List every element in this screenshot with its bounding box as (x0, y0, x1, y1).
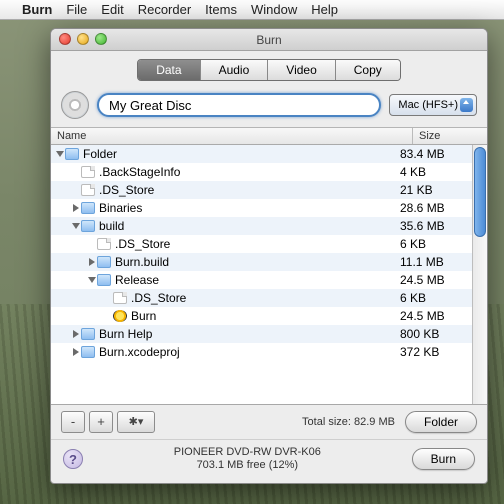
folder-icon (81, 346, 95, 358)
file-list[interactable]: Folder 83.4 MB .BackStageInfo 4 KB .DS_Store… (51, 145, 472, 404)
disclosure-triangle[interactable] (73, 330, 79, 338)
row-size: 800 KB (400, 327, 468, 341)
minimize-button[interactable] (77, 33, 89, 45)
column-headers[interactable]: Name Size (51, 127, 487, 145)
table-row[interactable]: .DS_Store 6 KB (51, 289, 472, 307)
header-name[interactable]: Name (51, 128, 413, 144)
file-icon (113, 292, 127, 304)
table-row[interactable]: .DS_Store 21 KB (51, 181, 472, 199)
row-label: .DS_Store (99, 183, 154, 197)
window-title: Burn (256, 33, 281, 47)
disclosure-triangle[interactable] (73, 204, 79, 212)
tab-copy[interactable]: Copy (336, 60, 400, 80)
menu-file[interactable]: File (66, 2, 87, 17)
tab-data[interactable]: Data (138, 60, 200, 80)
row-label: Burn Help (99, 327, 152, 341)
row-label: Burn.build (115, 255, 169, 269)
row-size: 11.1 MB (400, 255, 468, 269)
row-size: 24.5 MB (400, 309, 468, 323)
folder-icon (97, 274, 111, 286)
row-label: .DS_Store (115, 237, 170, 251)
tab-audio[interactable]: Audio (201, 60, 269, 80)
row-label: Burn.xcodeproj (99, 345, 180, 359)
file-icon (81, 166, 95, 178)
file-icon (81, 184, 95, 196)
zoom-button[interactable] (95, 33, 107, 45)
row-size: 372 KB (400, 345, 468, 359)
vertical-scrollbar[interactable] (472, 145, 487, 404)
add-button[interactable]: + (89, 411, 113, 433)
row-size: 6 KB (400, 291, 468, 305)
folder-icon (81, 220, 95, 232)
action-menu-button[interactable]: ✱▾ (117, 411, 155, 433)
table-row[interactable]: Burn Help 800 KB (51, 325, 472, 343)
row-size: 35.6 MB (400, 219, 468, 233)
header-size[interactable]: Size (413, 128, 487, 144)
row-label: Burn (131, 309, 156, 323)
total-size-label: Total size: 82.9 MB (302, 416, 395, 428)
row-label: .DS_Store (131, 291, 186, 305)
menubar: Burn File Edit Recorder Items Window Hel… (0, 0, 504, 20)
table-row[interactable]: .DS_Store 6 KB (51, 235, 472, 253)
row-label: build (99, 219, 124, 233)
disclosure-triangle[interactable] (73, 348, 79, 356)
table-row[interactable]: .BackStageInfo 4 KB (51, 163, 472, 181)
row-label: Folder (83, 147, 117, 161)
folder-icon (81, 202, 95, 214)
disc-icon (61, 91, 89, 119)
row-size: 28.6 MB (400, 201, 468, 215)
row-label: Binaries (99, 201, 142, 215)
help-button[interactable]: ? (63, 449, 83, 469)
disclosure-triangle[interactable] (56, 151, 64, 157)
disc-name-input[interactable] (97, 93, 381, 117)
row-size: 6 KB (400, 237, 468, 251)
row-label: Release (115, 273, 159, 287)
folder-icon (97, 256, 111, 268)
file-icon (97, 238, 111, 250)
close-button[interactable] (59, 33, 71, 45)
table-row[interactable]: Burn.xcodeproj 372 KB (51, 343, 472, 361)
table-row[interactable]: build 35.6 MB (51, 217, 472, 235)
row-size: 4 KB (400, 165, 468, 179)
disclosure-triangle[interactable] (88, 277, 96, 283)
menu-items[interactable]: Items (205, 2, 237, 17)
titlebar[interactable]: Burn (51, 29, 487, 51)
table-row[interactable]: Release 24.5 MB (51, 271, 472, 289)
menu-window[interactable]: Window (251, 2, 297, 17)
remove-button[interactable]: - (61, 411, 85, 433)
table-row[interactable]: Binaries 28.6 MB (51, 199, 472, 217)
table-row[interactable]: Burn.build 11.1 MB (51, 253, 472, 271)
menu-edit[interactable]: Edit (101, 2, 123, 17)
disclosure-triangle[interactable] (89, 258, 95, 266)
app-menu[interactable]: Burn (22, 2, 52, 17)
menu-help[interactable]: Help (311, 2, 338, 17)
burn-icon (113, 310, 127, 322)
tab-video[interactable]: Video (268, 60, 335, 80)
table-row[interactable]: Burn 24.5 MB (51, 307, 472, 325)
folder-icon (81, 328, 95, 340)
app-window: Burn Data Audio Video Copy Mac (HFS+) Na… (50, 28, 488, 484)
row-size: 21 KB (400, 183, 468, 197)
row-size: 24.5 MB (400, 273, 468, 287)
row-size: 83.4 MB (400, 147, 468, 161)
burn-button[interactable]: Burn (412, 448, 475, 470)
filesystem-select[interactable]: Mac (HFS+) (389, 94, 477, 116)
table-row[interactable]: Folder 83.4 MB (51, 145, 472, 163)
disclosure-triangle[interactable] (72, 223, 80, 229)
mode-tabs: Data Audio Video Copy (51, 51, 487, 87)
drive-info: PIONEER DVD-RW DVR-K06 703.1 MB free (12… (93, 446, 402, 474)
folder-chooser-button[interactable]: Folder (405, 411, 477, 433)
menu-recorder[interactable]: Recorder (138, 2, 191, 17)
scrollbar-thumb[interactable] (474, 147, 486, 237)
folder-icon (65, 148, 79, 160)
row-label: .BackStageInfo (99, 165, 180, 179)
